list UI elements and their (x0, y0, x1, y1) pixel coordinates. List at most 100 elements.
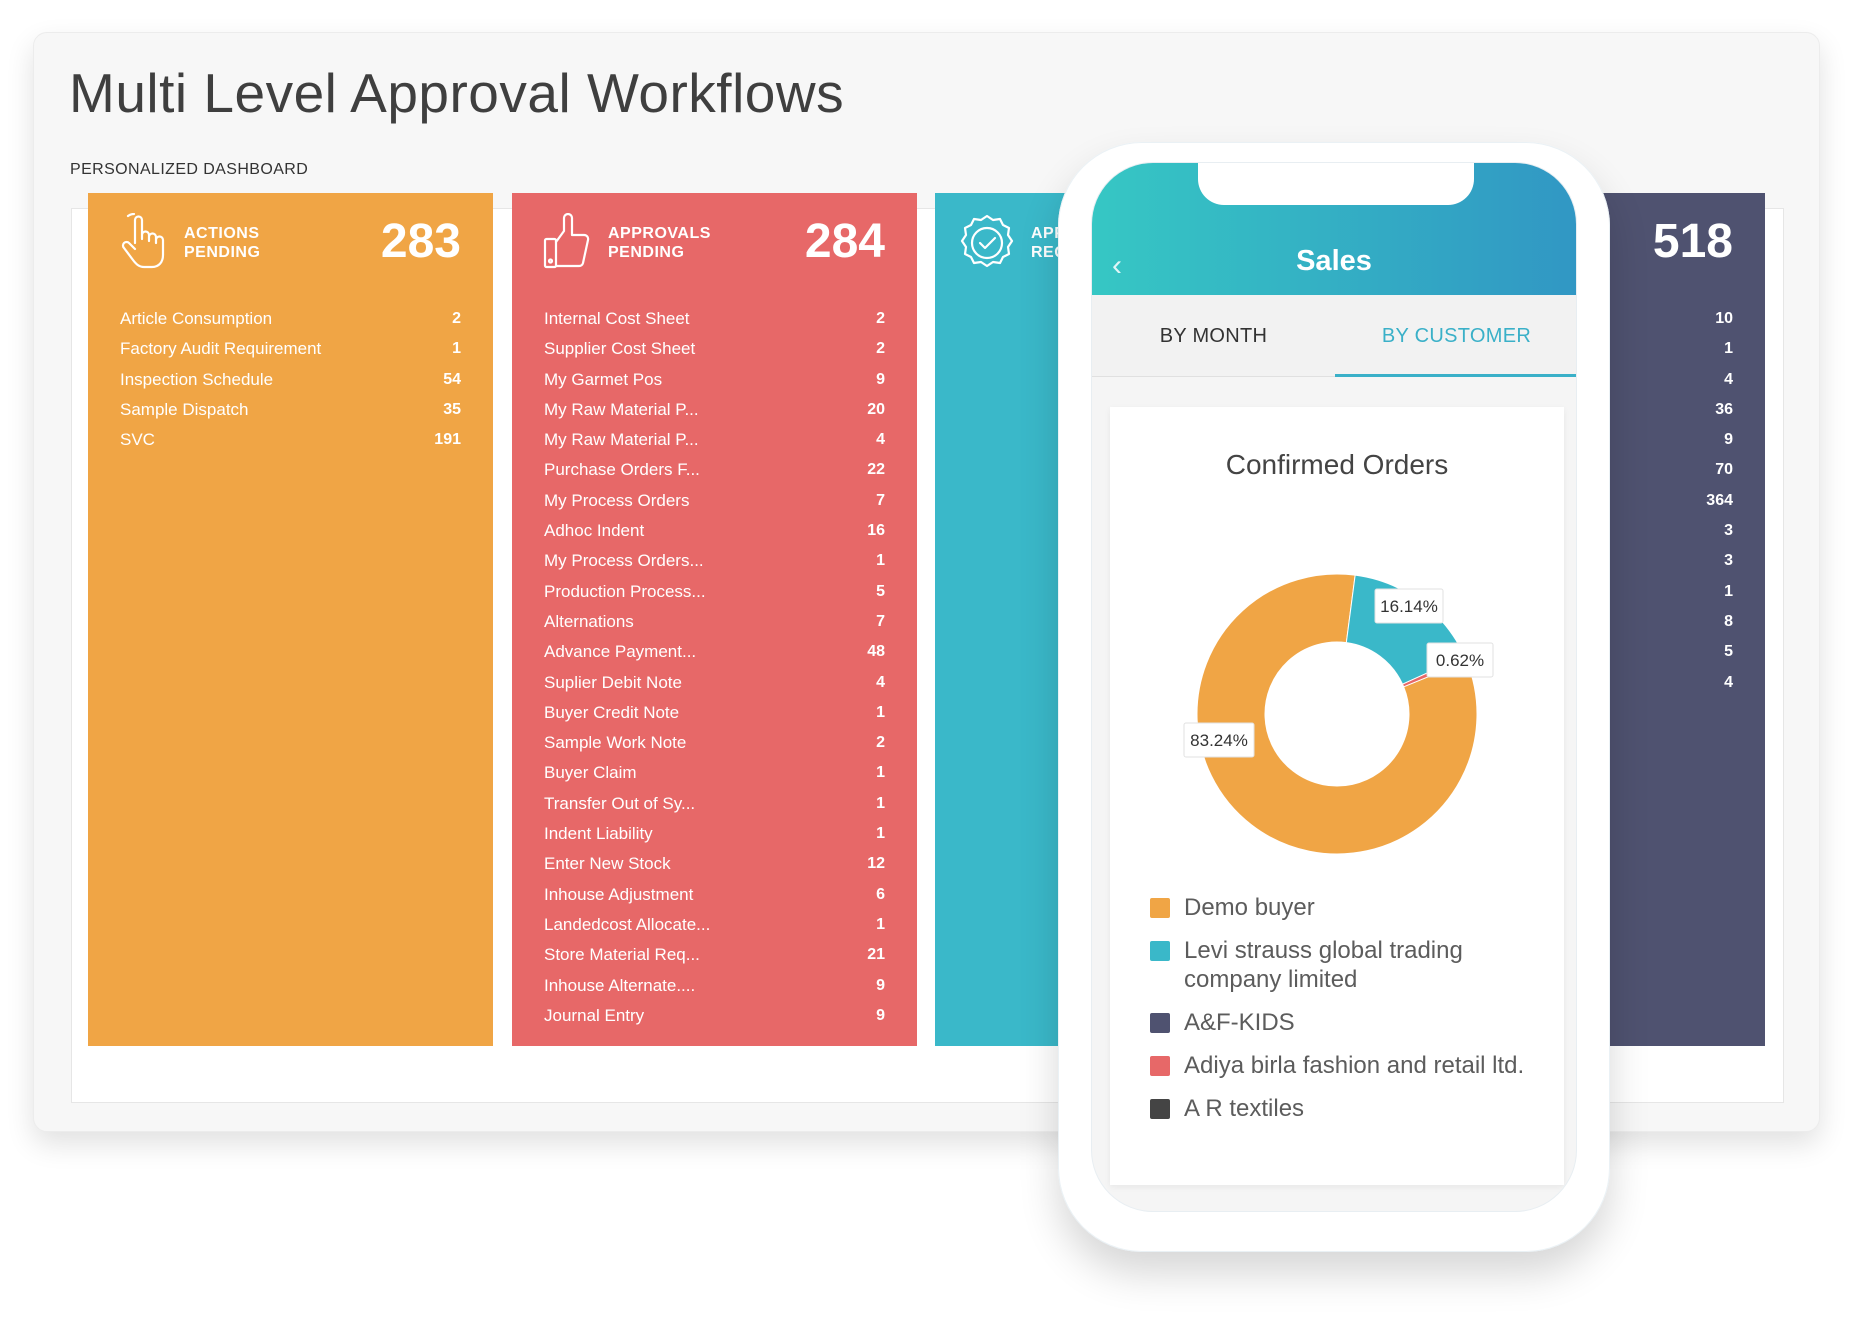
card-row[interactable]: My Raw Material P... 4 (544, 425, 885, 455)
card-row[interactable]: Internal Cost Sheet 2 (544, 304, 885, 334)
phone-title: Sales (1296, 245, 1372, 277)
row-label: Internal Cost Sheet (544, 309, 690, 328)
donut-chart: 83.24% 16.14% 0.62% (1183, 573, 1494, 855)
row-count: 16 (867, 522, 885, 540)
legend-item[interactable]: A&F-KIDS (1150, 1008, 1548, 1037)
row-label: Suplier Debit Note (544, 672, 682, 692)
legend-swatch (1150, 1056, 1170, 1076)
row-label: Factory Audit Requirement (120, 339, 322, 359)
approvals-pending-card[interactable]: APPROVALS PENDING 284 Internal Cost Shee… (512, 193, 917, 1046)
row-label: Inhouse Adjustment (544, 884, 694, 904)
row-label: Sample Work Note (544, 733, 687, 753)
row-count: 1 (876, 764, 885, 782)
row-count: 4 (1724, 673, 1733, 691)
row-count: 35 (443, 400, 461, 418)
card-row[interactable]: Factory Audit Requirement 1 (120, 334, 461, 364)
legend-label: Demo buyer (1184, 894, 1315, 921)
card-row[interactable]: Inspection Schedule 54 (120, 365, 461, 395)
legend-item[interactable]: Adiya birla fashion and retail ltd. (1150, 1051, 1548, 1080)
legend-label: Levi strauss global trading company limi… (1184, 937, 1463, 993)
row-count: 20 (867, 400, 885, 418)
card-row[interactable]: SVC 191 (120, 425, 461, 455)
legend-swatch (1150, 1099, 1170, 1119)
card-row[interactable]: Adhoc Indent 16 (544, 516, 885, 546)
card-row[interactable]: Sample Work Note 2 (544, 728, 885, 758)
card-row[interactable]: Store Material Req... 21 (544, 940, 885, 970)
row-count: 4 (876, 673, 885, 691)
row-label: My Raw Material P... (544, 430, 699, 450)
card-row[interactable]: My Process Orders 7 (544, 486, 885, 516)
legend-label: A R textiles (1184, 1095, 1305, 1122)
row-count: 7 (876, 612, 885, 630)
slice-data-label: 16.14% (1374, 588, 1444, 624)
row-count: 1 (876, 825, 885, 843)
phone-notch (1198, 163, 1474, 205)
card-row[interactable]: Alternations 7 (544, 607, 885, 637)
row-count: 1 (452, 340, 461, 358)
card-rows: Article Consumption 2 Factory Audit Requir… (120, 304, 461, 455)
tab-by-customer[interactable]: BY CUSTOMER (1335, 295, 1576, 377)
card-row[interactable]: Production Process... 5 (544, 577, 885, 607)
row-count: 6 (876, 885, 885, 903)
card-row[interactable]: Sample Dispatch 35 (120, 395, 461, 425)
phone-mockup: ‹ Sales BY MONTH BY CUSTOMER Confirmed O… (1058, 142, 1610, 1252)
row-count: 1 (1724, 340, 1733, 358)
row-label: My Process Orders... (544, 551, 704, 571)
row-count: 4 (876, 431, 885, 449)
chart-card: Confirmed Orders 83.24% 16.14% 0.62% Demo … (1110, 407, 1564, 1185)
card-heading-line1: ACTIONS (184, 225, 260, 242)
card-row[interactable]: Advance Payment... 48 (544, 637, 885, 667)
legend-swatch (1150, 941, 1170, 961)
row-count: 21 (867, 946, 885, 964)
row-count: 54 (443, 370, 461, 388)
actions-pending-card[interactable]: ACTIONS PENDING 283 Article Consumption 2… (88, 193, 493, 1046)
row-count: 9 (1724, 431, 1733, 449)
row-label: Article Consumption (120, 309, 273, 328)
card-row[interactable]: My Garmet Pos 9 (544, 365, 885, 395)
row-label: Inspection Schedule (120, 369, 274, 389)
row-count: 1 (876, 794, 885, 812)
row-label: My Raw Material P... (544, 399, 699, 419)
row-label: Alternations (544, 611, 634, 631)
card-row[interactable]: Buyer Credit Note 1 (544, 698, 885, 728)
card-row[interactable]: Article Consumption 2 (120, 304, 461, 334)
card-row[interactable]: Supplier Cost Sheet 2 (544, 334, 885, 364)
legend-label: A&F-KIDS (1184, 1009, 1295, 1036)
row-count: 1 (876, 552, 885, 570)
check-badge-icon (960, 214, 1014, 268)
chart-title: Confirmed Orders (1225, 449, 1449, 480)
card-row[interactable]: Purchase Orders F... 22 (544, 455, 885, 485)
tab-by-month[interactable]: BY MONTH (1092, 295, 1335, 377)
card-row[interactable]: Inhouse Adjustment 6 (544, 880, 885, 910)
slice-label-text: 16.14% (1380, 597, 1438, 616)
row-label: Buyer Credit Note (544, 702, 680, 722)
card-heading-line1: APPROVALS (608, 225, 711, 242)
row-count: 9 (876, 370, 885, 388)
legend-item[interactable]: Demo buyer (1150, 893, 1548, 922)
slice-label-text: 83.24% (1190, 731, 1248, 750)
card-row[interactable]: My Raw Material P... 20 (544, 395, 885, 425)
row-label: My Process Orders (544, 490, 690, 510)
card-total: 283 (380, 215, 461, 268)
row-count: 8 (1724, 612, 1733, 630)
card-row[interactable]: Suplier Debit Note 4 (544, 668, 885, 698)
row-count: 5 (876, 582, 885, 600)
row-label: Inhouse Alternate.... (544, 975, 696, 995)
card-row[interactable]: Transfer Out of Sy... 1 (544, 789, 885, 819)
row-count: 2 (876, 340, 885, 358)
card-row[interactable]: My Process Orders... 1 (544, 546, 885, 576)
row-count: 191 (434, 431, 461, 449)
card-total: 284 (804, 215, 885, 268)
row-count: 48 (867, 643, 885, 661)
card-row[interactable]: Journal Entry 9 (544, 1001, 885, 1031)
card-row[interactable]: Landedcost Allocate... 1 (544, 910, 885, 940)
legend-item[interactable]: Levi strauss global trading company limi… (1150, 936, 1548, 994)
card-row[interactable]: Inhouse Alternate.... 9 (544, 971, 885, 1001)
card-row[interactable]: Buyer Claim 1 (544, 758, 885, 788)
legend-item[interactable]: A R textiles (1150, 1094, 1548, 1123)
row-label: Enter New Stock (544, 854, 671, 874)
card-row[interactable]: Enter New Stock 12 (544, 849, 885, 879)
card-row[interactable]: Indent Liability 1 (544, 819, 885, 849)
row-label: Purchase Orders F... (544, 460, 700, 480)
card-total: 518 (1652, 215, 1733, 268)
